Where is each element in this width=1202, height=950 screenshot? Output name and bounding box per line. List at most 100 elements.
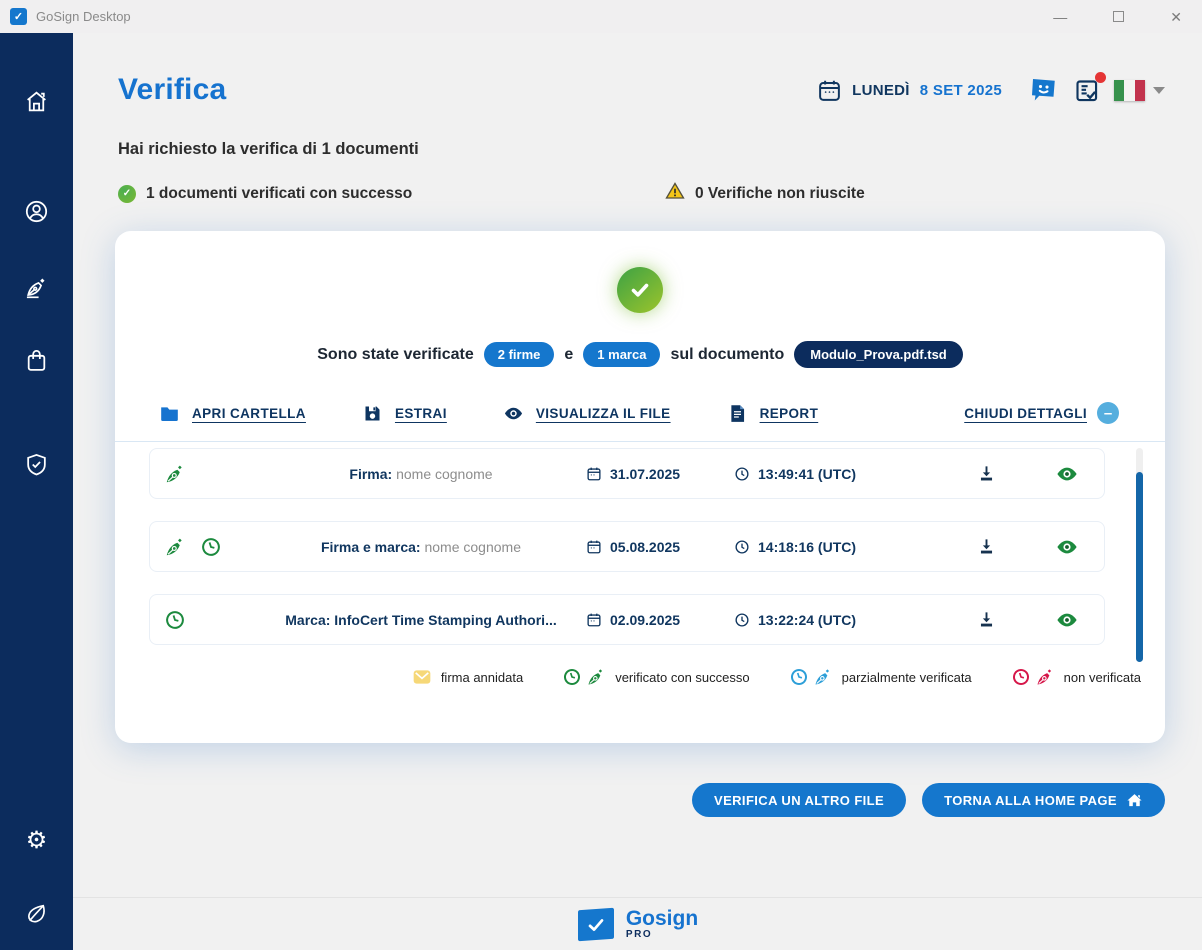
document-name-badge: Modulo_Prova.pdf.tsd bbox=[794, 341, 963, 368]
shield-check-icon[interactable] bbox=[24, 451, 50, 477]
row-type-label: Marca: InfoCert Time Stamping Authori... bbox=[285, 612, 556, 628]
signatures-list: Firma: nome cognome 31.07.2025 13:49:41 … bbox=[115, 442, 1165, 645]
notification-dot bbox=[1095, 72, 1106, 83]
warning-triangle-icon bbox=[665, 181, 685, 206]
legend-partially-verified: parzialmente verificata bbox=[789, 667, 972, 687]
status-legend: firma annidata verificato con successo bbox=[115, 667, 1141, 687]
view-signature-details-button[interactable] bbox=[1040, 608, 1094, 632]
verify-another-file-button[interactable]: VERIFICA UN ALTRO FILE bbox=[692, 783, 906, 817]
date-display: LUNEDÌ 8 SET 2025 bbox=[817, 78, 1002, 103]
calendar-icon bbox=[586, 466, 602, 482]
verification-message: Sono state verificate 2 firme e 1 marca … bbox=[115, 341, 1165, 368]
row-time: 13:49:41 (UTC) bbox=[758, 466, 856, 482]
calendar-icon bbox=[586, 539, 602, 555]
scrollbar-thumb[interactable] bbox=[1136, 472, 1143, 662]
tasks-checklist-icon[interactable] bbox=[1073, 77, 1100, 104]
verified-signature-icon bbox=[164, 536, 186, 558]
verified-timestamp-icon bbox=[161, 606, 189, 634]
clock-icon bbox=[734, 466, 750, 482]
collapse-minus-icon: – bbox=[1097, 402, 1119, 424]
download-icon bbox=[977, 610, 996, 629]
failed-status: 0 Verifiche non riuscite bbox=[665, 181, 865, 206]
signature-row: Firma: nome cognome 31.07.2025 13:49:41 … bbox=[149, 448, 1105, 499]
row-time: 13:22:24 (UTC) bbox=[758, 612, 856, 628]
italy-flag-icon bbox=[1114, 80, 1145, 101]
gosign-logo-icon bbox=[578, 907, 614, 941]
pen-nib-icon bbox=[586, 667, 606, 687]
sidebar: ⚙ bbox=[0, 33, 73, 950]
message-suffix: sul documento bbox=[670, 346, 784, 364]
scrollbar-track[interactable] bbox=[1136, 448, 1143, 662]
chevron-down-icon bbox=[1153, 87, 1165, 94]
home-icon[interactable] bbox=[24, 88, 50, 114]
big-success-check-icon bbox=[617, 267, 663, 313]
profile-icon[interactable] bbox=[24, 198, 50, 224]
calendar-icon bbox=[586, 612, 602, 628]
eco-leaf-icon[interactable] bbox=[24, 900, 50, 926]
row-type-label: Firma e marca: bbox=[321, 539, 421, 555]
view-signature-details-button[interactable] bbox=[1040, 535, 1094, 559]
save-icon bbox=[362, 403, 383, 424]
close-button[interactable]: ✕ bbox=[1170, 10, 1182, 24]
eye-icon bbox=[1055, 608, 1079, 632]
message-prefix: Sono state verificate bbox=[317, 346, 474, 364]
envelope-icon bbox=[412, 667, 432, 687]
settings-gear-icon[interactable]: ⚙ bbox=[24, 828, 50, 854]
download-icon bbox=[977, 537, 996, 556]
success-check-icon: ✓ bbox=[118, 185, 136, 203]
download-certificate-button[interactable] bbox=[932, 464, 1040, 483]
footer: Gosign PRO bbox=[73, 897, 1202, 950]
open-folder-link[interactable]: APRI CARTELLA bbox=[159, 403, 306, 424]
eye-icon bbox=[503, 403, 524, 424]
extract-link[interactable]: ESTRAI bbox=[362, 403, 447, 424]
maximize-icon bbox=[1113, 11, 1124, 22]
request-summary: Hai richiesto la verifica di 1 documenti bbox=[118, 140, 1202, 159]
timestamp-row: Marca: InfoCert Time Stamping Authori...… bbox=[149, 594, 1105, 645]
view-file-link[interactable]: VISUALIZZA IL FILE bbox=[503, 403, 671, 424]
row-time: 14:18:16 (UTC) bbox=[758, 539, 856, 555]
clock-icon bbox=[734, 612, 750, 628]
brand-name: Gosign bbox=[626, 908, 698, 930]
feedback-chat-icon[interactable] bbox=[1028, 75, 1059, 105]
folder-icon bbox=[159, 403, 180, 424]
row-date: 31.07.2025 bbox=[610, 466, 680, 482]
message-conjunction: e bbox=[564, 346, 573, 364]
app-title: GoSign Desktop bbox=[36, 9, 131, 24]
view-signature-details-button[interactable] bbox=[1040, 462, 1094, 486]
language-selector[interactable] bbox=[1114, 80, 1165, 101]
download-icon bbox=[977, 464, 996, 483]
minimize-button[interactable]: — bbox=[1053, 10, 1067, 24]
calendar-icon bbox=[817, 78, 842, 103]
eye-icon bbox=[1055, 535, 1079, 559]
maximize-button[interactable] bbox=[1113, 10, 1124, 24]
timestamp-badge: 1 marca bbox=[583, 342, 660, 367]
clock-icon bbox=[1008, 664, 1033, 689]
download-certificate-button[interactable] bbox=[932, 610, 1040, 629]
legend-verified: verificato con successo bbox=[562, 667, 749, 687]
date-value: 8 SET 2025 bbox=[920, 82, 1002, 99]
store-icon[interactable] bbox=[24, 347, 50, 373]
row-type-label: Firma: bbox=[349, 466, 392, 482]
home-icon bbox=[1126, 792, 1143, 809]
success-status: ✓ 1 documenti verificati con successo bbox=[118, 185, 665, 203]
row-date: 05.08.2025 bbox=[610, 539, 680, 555]
signature-icon[interactable] bbox=[24, 274, 50, 300]
pen-nib-icon bbox=[1035, 667, 1055, 687]
success-text: 1 documenti verificati con successo bbox=[146, 185, 412, 203]
report-link[interactable]: REPORT bbox=[727, 403, 819, 424]
back-to-home-button[interactable]: TORNA ALLA HOME PAGE bbox=[922, 783, 1165, 817]
legend-not-verified: non verificata bbox=[1011, 667, 1141, 687]
row-signer-name: nome cognome bbox=[424, 539, 521, 555]
app-logo-icon: ✓ bbox=[10, 8, 27, 25]
titlebar: ✓ GoSign Desktop — ✕ bbox=[0, 0, 1202, 33]
legend-nested-signature: firma annidata bbox=[412, 667, 523, 687]
close-details-link[interactable]: CHIUDI DETTAGLI – bbox=[964, 402, 1119, 424]
download-certificate-button[interactable] bbox=[932, 537, 1040, 556]
eye-icon bbox=[1055, 462, 1079, 486]
pen-nib-icon bbox=[813, 667, 833, 687]
failed-text: 0 Verifiche non riuscite bbox=[695, 185, 865, 203]
app-window: ✓ GoSign Desktop — ✕ ⚙ bbox=[0, 0, 1202, 950]
verified-signature-icon bbox=[164, 463, 186, 485]
page-title: Verifica bbox=[118, 73, 226, 107]
verification-result-card: Sono state verificate 2 firme e 1 marca … bbox=[115, 231, 1165, 743]
